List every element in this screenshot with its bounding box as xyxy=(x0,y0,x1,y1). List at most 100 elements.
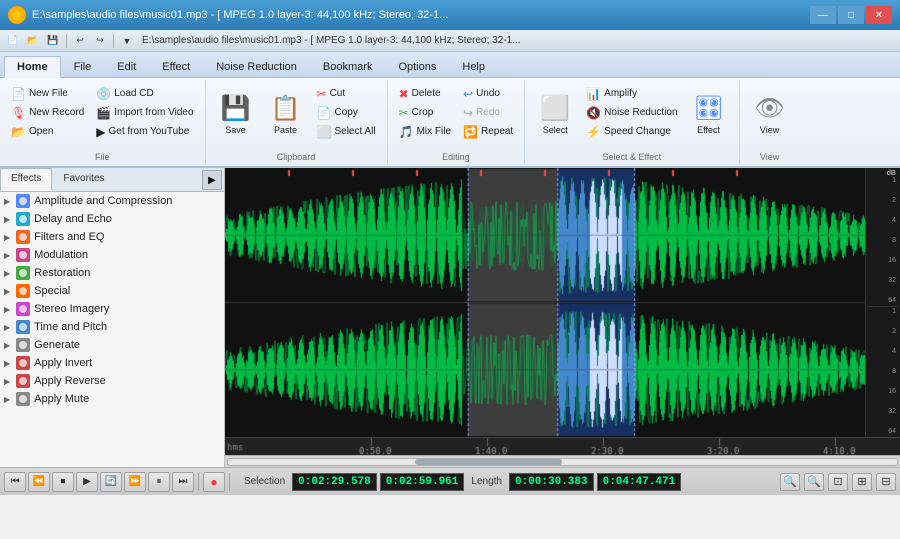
skip-forward-button[interactable]: ⏭ xyxy=(172,472,194,492)
expand-icon-4: ▶ xyxy=(4,269,10,278)
zoom-fit-button[interactable]: ⊡ xyxy=(828,473,848,491)
ribbon-tab-effect[interactable]: Effect xyxy=(149,56,203,77)
save-button[interactable]: 💾 Save xyxy=(212,84,260,144)
effect-item-7[interactable]: ▶ Time and Pitch xyxy=(0,318,224,336)
waveform-canvas[interactable] xyxy=(225,168,865,437)
close-button[interactable]: ✕ xyxy=(866,6,892,24)
file-path: E:\samples\audio files\music01.mp3 - [ M… xyxy=(142,35,742,46)
view-button[interactable]: 👁 View xyxy=(746,84,794,144)
editing-col2: ↩ Undo ↪ Redo 🔁 Repeat xyxy=(458,84,518,141)
noise-reduction-button[interactable]: 🔇 Noise Reduction xyxy=(581,103,682,122)
effect-item-10[interactable]: ▶ Apply Reverse xyxy=(0,372,224,390)
minimize-button[interactable]: — xyxy=(810,6,836,24)
effects-tab[interactable]: Effects xyxy=(0,168,52,191)
effect-item-0[interactable]: ▶ Amplitude and Compression xyxy=(0,192,224,210)
ribbon-tab-help[interactable]: Help xyxy=(449,56,498,77)
total-value: 0:04:47.471 xyxy=(597,473,682,491)
ribbon-tab-file[interactable]: File xyxy=(61,56,105,77)
db-header: dB xyxy=(868,170,898,177)
rewind-button[interactable]: ⏪ xyxy=(28,472,50,492)
qb-open[interactable]: 📂 xyxy=(24,32,42,50)
effect-item-5[interactable]: ▶ Special xyxy=(0,282,224,300)
ribbon-tab-options[interactable]: Options xyxy=(385,56,449,77)
ribbon-group-clipboard: 💾 Save 📋 Paste ✂ Cut 📄 Copy ⬜ Select All xyxy=(206,80,388,164)
title-bar: E:\samples\audio files\music01.mp3 - [ M… xyxy=(0,0,900,30)
editing-col1: ✖ Delete ✂ Crop 🎵 Mix File xyxy=(394,84,456,141)
maximize-button[interactable]: □ xyxy=(838,6,864,24)
select-icon: ⬜ xyxy=(540,94,570,123)
editing-group-label: Editing xyxy=(388,152,525,162)
selection-start-value: 0:02:29.578 xyxy=(292,473,377,491)
new-file-button[interactable]: 📄 New File xyxy=(6,84,89,103)
qb-undo[interactable]: ↩ xyxy=(71,32,89,50)
loop-button[interactable]: 🔄 xyxy=(100,472,122,492)
scrollbar-thumb[interactable] xyxy=(415,459,562,465)
qb-redo[interactable]: ↪ xyxy=(91,32,109,50)
play-button[interactable]: ▶ xyxy=(76,472,98,492)
effect-button[interactable]: 🎛 Effect xyxy=(685,84,733,144)
delete-button[interactable]: ✖ Delete xyxy=(394,84,456,103)
main-content: Effects Favorites ▶ ▶ Amplitude and Comp… xyxy=(0,168,900,467)
speed-change-button[interactable]: ⚡ Speed Change xyxy=(581,122,682,141)
waveform-main[interactable] xyxy=(225,168,865,437)
effect-icon-9 xyxy=(16,356,30,370)
effect-item-2[interactable]: ▶ Filters and EQ xyxy=(0,228,224,246)
zoom-out-button[interactable]: 🔍 xyxy=(804,473,824,491)
file-buttons-col2: 💿 Load CD 🎬 Import from Video ▶ Get from… xyxy=(91,84,198,141)
favorites-tab[interactable]: Favorites xyxy=(52,168,115,191)
get-youtube-button[interactable]: ▶ Get from YouTube xyxy=(91,122,198,141)
stop-button[interactable]: ⏹ xyxy=(52,472,74,492)
undo-button[interactable]: ↩ Undo xyxy=(458,84,518,103)
copy-button[interactable]: 📄 Copy xyxy=(312,103,381,122)
qb-save[interactable]: 💾 xyxy=(44,32,62,50)
mix-file-button[interactable]: 🎵 Mix File xyxy=(394,122,456,141)
new-file-icon: 📄 xyxy=(11,87,26,101)
app-logo xyxy=(8,6,26,24)
qb-new[interactable]: 📄 xyxy=(4,32,22,50)
effect-item-9[interactable]: ▶ Apply Invert xyxy=(0,354,224,372)
effect-item-3[interactable]: ▶ Modulation xyxy=(0,246,224,264)
ribbon-group-file: 📄 New File 🎙 New Record 📂 Open 💿 Load CD xyxy=(0,80,206,164)
effect-item-8[interactable]: ▶ Generate xyxy=(0,336,224,354)
ribbon-group-view: 👁 View View xyxy=(740,80,800,164)
expand-icon-1: ▶ xyxy=(4,215,10,224)
new-record-button[interactable]: 🎙 New Record xyxy=(6,103,89,122)
panel-nav-btn[interactable]: ▶ xyxy=(202,170,222,190)
effect-icon-2 xyxy=(16,230,30,244)
ribbon-tab-noise-reduction[interactable]: Noise Reduction xyxy=(203,56,310,77)
youtube-icon: ▶ xyxy=(96,125,105,139)
time-display-section: Selection 0:02:29.578 0:02:59.961 Length… xyxy=(240,473,681,491)
select-button[interactable]: ⬜ Select xyxy=(531,84,579,144)
qb-dropdown[interactable]: ▼ xyxy=(118,32,136,50)
fast-forward-button[interactable]: ⏩ xyxy=(124,472,146,492)
paste-button[interactable]: 📋 Paste xyxy=(262,84,310,144)
transport-bar: ⏮ ⏪ ⏹ ▶ 🔄 ⏩ ⏸ ⏭ ● Selection 0:02:29.578 … xyxy=(0,467,900,495)
skip-back-button[interactable]: ⏮ xyxy=(4,472,26,492)
open-icon: 📂 xyxy=(11,125,26,139)
zoom-in-button[interactable]: 🔍 xyxy=(780,473,800,491)
h-scrollbar[interactable] xyxy=(225,455,900,467)
cut-button[interactable]: ✂ Cut xyxy=(312,84,381,103)
toolbar-separator-2 xyxy=(113,34,114,48)
repeat-button[interactable]: 🔁 Repeat xyxy=(458,122,518,141)
load-cd-button[interactable]: 💿 Load CD xyxy=(91,84,198,103)
open-button[interactable]: 📂 Open xyxy=(6,122,89,141)
import-video-button[interactable]: 🎬 Import from Video xyxy=(91,103,198,122)
select-all-button[interactable]: ⬜ Select All xyxy=(312,122,381,141)
ribbon-tab-edit[interactable]: Edit xyxy=(104,56,149,77)
record-button[interactable]: ● xyxy=(203,472,225,492)
redo-button[interactable]: ↪ Redo xyxy=(458,103,518,122)
zoom-extra-button[interactable]: ⊟ xyxy=(876,473,896,491)
ribbon-tab-bookmark[interactable]: Bookmark xyxy=(310,56,386,77)
pause-button[interactable]: ⏸ xyxy=(148,472,170,492)
effect-item-1[interactable]: ▶ Delay and Echo xyxy=(0,210,224,228)
effect-item-11[interactable]: ▶ Apply Mute xyxy=(0,390,224,408)
effect-item-4[interactable]: ▶ Restoration xyxy=(0,264,224,282)
amplify-button[interactable]: 📊 Amplify xyxy=(581,84,682,103)
expand-icon-2: ▶ xyxy=(4,233,10,242)
waveform-area: dB 1 2 4 8 16 32 64 1 2 4 8 16 32 xyxy=(225,168,900,467)
effect-item-6[interactable]: ▶ Stereo Imagery xyxy=(0,300,224,318)
crop-button[interactable]: ✂ Crop xyxy=(394,103,456,122)
ribbon-tab-home[interactable]: Home xyxy=(4,56,61,78)
zoom-select-button[interactable]: ⊞ xyxy=(852,473,872,491)
